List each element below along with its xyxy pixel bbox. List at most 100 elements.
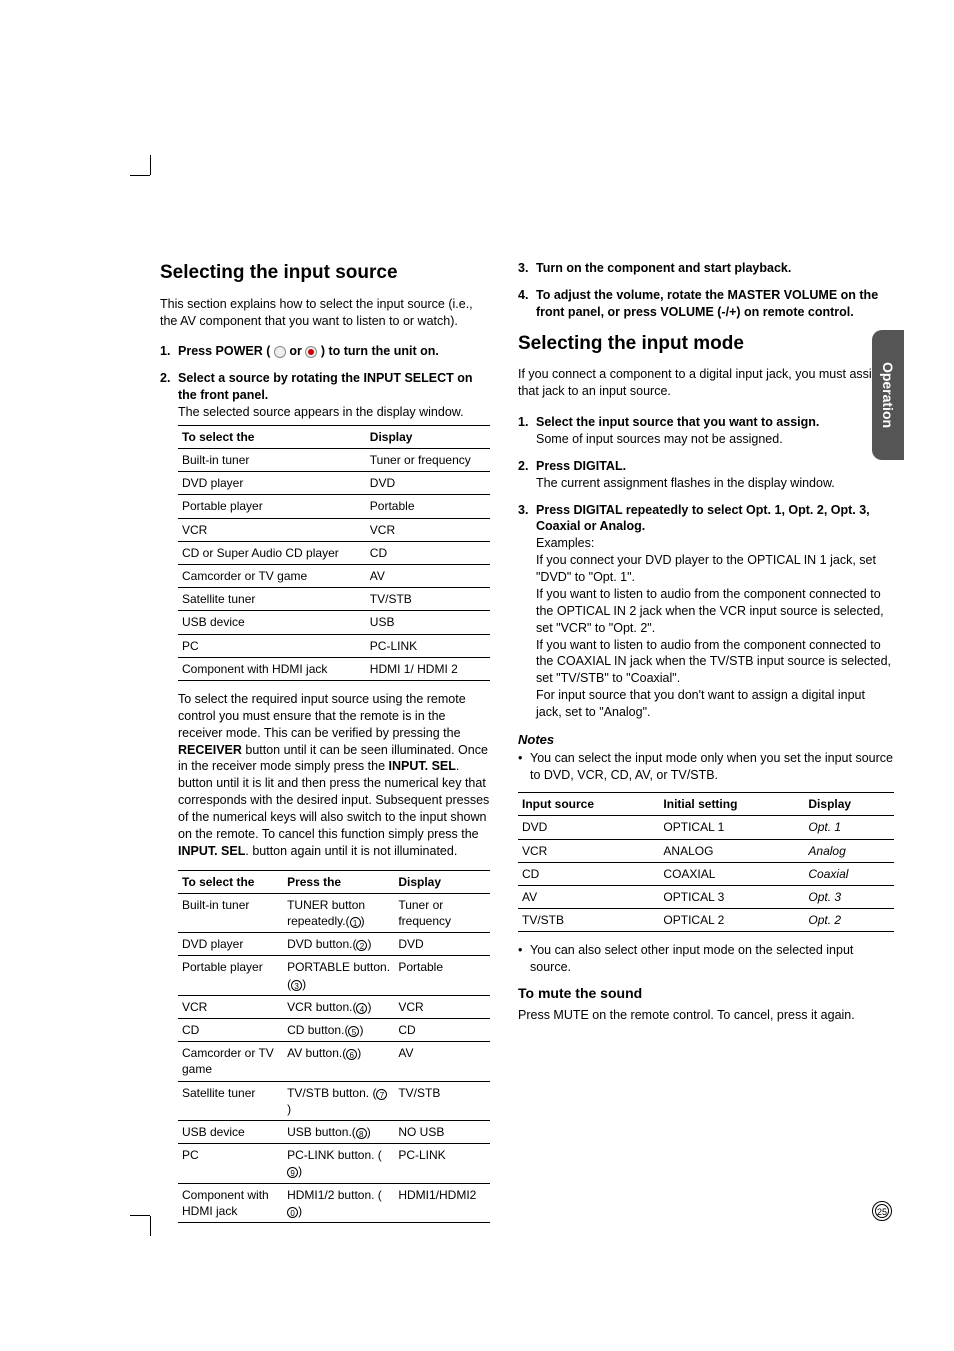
step-text: Turn on the component and start playback…	[536, 260, 894, 277]
step-body: Select a source by rotating the INPUT SE…	[178, 370, 490, 1233]
table-cell: HDMI 1/ HDMI 2	[366, 657, 490, 680]
table-cell: USB device	[178, 611, 366, 634]
number-key-icon: 8	[356, 1128, 367, 1139]
step-head: Press DIGITAL.	[536, 459, 626, 473]
number-key-icon: 2	[356, 940, 367, 951]
th: Input source	[518, 793, 659, 816]
table-row: AVOPTICAL 3Opt. 3	[518, 885, 894, 908]
table-cell: TV/STB button. (7)	[283, 1081, 394, 1120]
source-display-table: To select the Display Built-in tunerTune…	[178, 425, 490, 681]
mode-steps: 1. Select the input source that you want…	[518, 414, 894, 721]
note-text: You can select the input mode only when …	[530, 750, 894, 784]
table-cell: CD button.(5)	[283, 1019, 394, 1042]
table-cell: USB button.(8)	[283, 1120, 394, 1143]
table-cell: Satellite tuner	[178, 1081, 283, 1120]
table-row: Satellite tunerTV/STB	[178, 588, 490, 611]
note-item: •You can select the input mode only when…	[518, 750, 894, 784]
step-4: 4. To adjust the volume, rotate the MAST…	[518, 287, 894, 321]
number-key-icon: 3	[291, 980, 302, 991]
step-3: 3. Turn on the component and start playb…	[518, 260, 894, 277]
table-cell: PC	[178, 1144, 283, 1183]
note-item: •You can also select other input mode on…	[518, 942, 894, 976]
step-head: Select a source by rotating the INPUT SE…	[178, 371, 473, 402]
table-row: Camcorder or TV gameAV	[178, 565, 490, 588]
number-key-icon: 4	[356, 1003, 367, 1014]
examples-body: If you connect your DVD player to the OP…	[536, 553, 891, 719]
th: To select the	[178, 425, 366, 448]
table-row: VCRVCR	[178, 518, 490, 541]
table-cell: DVD	[366, 472, 490, 495]
table-cell: DVD player	[178, 933, 283, 956]
table-cell: Opt. 2	[804, 909, 894, 932]
table-row: Portable playerPORTABLE button.(3)Portab…	[178, 956, 490, 995]
step-body: Press DIGITAL repeatedly to select Opt. …	[536, 502, 894, 721]
mute-heading: To mute the sound	[518, 984, 894, 1003]
step-head: Select the input source that you want to…	[536, 415, 819, 429]
number-key-icon: 0	[287, 1207, 298, 1218]
step-sub: The current assignment flashes in the di…	[536, 476, 835, 490]
table-cell: DVD player	[178, 472, 366, 495]
notes-list: •You can select the input mode only when…	[518, 750, 894, 784]
table-row: Built-in tunerTUNER button repeatedly.(1…	[178, 893, 490, 932]
table-cell: Camcorder or TV game	[178, 565, 366, 588]
table-row: Component with HDMI jackHDMI1/2 button. …	[178, 1183, 490, 1222]
table-cell: OPTICAL 1	[659, 816, 804, 839]
table-row: TV/STBOPTICAL 2Opt. 2	[518, 909, 894, 932]
table-cell: TV/STB	[518, 909, 659, 932]
th: Display	[366, 425, 490, 448]
right-column: 3. Turn on the component and start playb…	[518, 260, 894, 1243]
step-sub: Some of input sources may not be assigne…	[536, 432, 783, 446]
step-text: To adjust the volume, rotate the MASTER …	[536, 287, 894, 321]
number-key-icon: 9	[287, 1167, 298, 1178]
step-number: 1.	[518, 414, 536, 448]
table-cell: PC-LINK	[366, 634, 490, 657]
table-cell: Portable	[394, 956, 490, 995]
mode-step-2: 2. Press DIGITAL. The current assignment…	[518, 458, 894, 492]
mode-step-3: 3. Press DIGITAL repeatedly to select Op…	[518, 502, 894, 721]
th: Initial setting	[659, 793, 804, 816]
table-row: DVD playerDVD button.(2)DVD	[178, 933, 490, 956]
table-row: CDCOAXIALCoaxial	[518, 862, 894, 885]
table-cell: Coaxial	[804, 862, 894, 885]
table-row: Portable playerPortable	[178, 495, 490, 518]
table-cell: HDMI1/HDMI2	[394, 1183, 490, 1222]
table-cell: PC-LINK	[394, 1144, 490, 1183]
table-cell: Portable player	[178, 956, 283, 995]
th: Press the	[283, 870, 394, 893]
table-cell: CD	[178, 1019, 283, 1042]
page-number: 25	[872, 1201, 892, 1221]
remote-paragraph: To select the required input source usin…	[178, 691, 490, 860]
table-cell: OPTICAL 2	[659, 909, 804, 932]
table-cell: PC	[178, 634, 366, 657]
table-cell: VCR	[518, 839, 659, 862]
table-cell: USB	[366, 611, 490, 634]
step-number: 4.	[518, 287, 536, 321]
number-key-icon: 7	[376, 1089, 387, 1100]
text: To select the required input source usin…	[178, 692, 466, 740]
number-key-icon: 1	[350, 917, 361, 928]
table-cell: VCR	[394, 995, 490, 1018]
text: ) to turn the unit on.	[321, 344, 439, 358]
table-cell: AV button.(6)	[283, 1042, 394, 1081]
step-2: 2. Select a source by rotating the INPUT…	[160, 370, 490, 1233]
text: . button again until it is not illuminat…	[245, 844, 457, 858]
table-cell: OPTICAL 3	[659, 885, 804, 908]
notes-heading: Notes	[518, 731, 894, 749]
table-cell: Tuner or frequency	[394, 893, 490, 932]
number-key-icon: 5	[348, 1026, 359, 1037]
table-cell: Satellite tuner	[178, 588, 366, 611]
table-cell: VCR	[366, 518, 490, 541]
table-cell: VCR button.(4)	[283, 995, 394, 1018]
steps-list-right: 3. Turn on the component and start playb…	[518, 260, 894, 321]
intro-text: If you connect a component to a digital …	[518, 366, 894, 400]
text-bold: RECEIVER	[178, 743, 242, 757]
step-1: 1. Press POWER ( or ) to turn the unit o…	[160, 343, 490, 360]
step-text: Press POWER ( or ) to turn the unit on.	[178, 343, 490, 360]
heading-select-source: Selecting the input source	[160, 260, 490, 286]
left-column: Selecting the input source This section …	[160, 260, 490, 1243]
table-row: CDCD button.(5)CD	[178, 1019, 490, 1042]
step-number: 3.	[518, 502, 536, 721]
table-cell: CD	[394, 1019, 490, 1042]
step-number: 3.	[518, 260, 536, 277]
table-cell: Opt. 1	[804, 816, 894, 839]
